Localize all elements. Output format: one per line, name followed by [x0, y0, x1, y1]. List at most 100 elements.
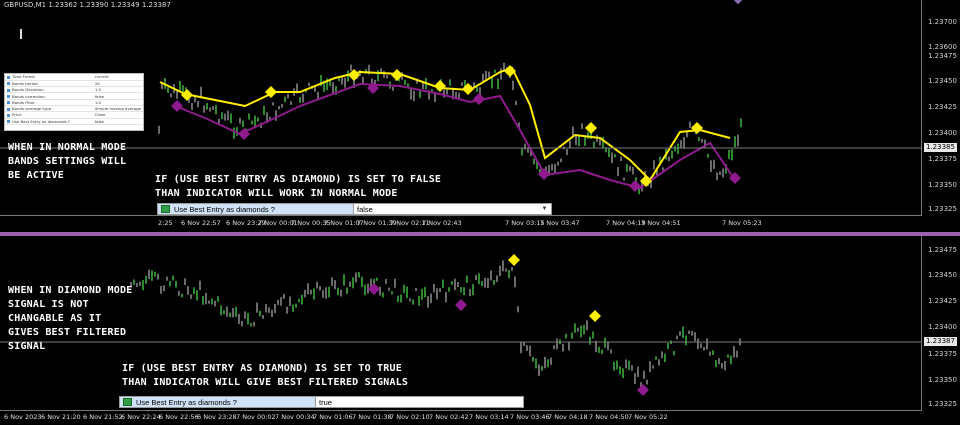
signal-diamond	[368, 283, 380, 295]
candle	[730, 355, 732, 365]
candle	[271, 309, 273, 318]
candle	[251, 120, 253, 125]
candle	[230, 113, 232, 124]
time-label: 7 Nov 05:23	[722, 219, 762, 227]
candle	[719, 171, 721, 175]
candle	[722, 168, 724, 178]
symbol-label: GBPUSD,M1 1.23362 1.23390 1.23349 1.2338…	[4, 1, 171, 9]
candle	[182, 85, 184, 93]
parameter-icon	[161, 205, 170, 213]
option-value-select[interactable]: false ▼	[354, 204, 551, 214]
signal-diamond	[455, 299, 467, 311]
candle	[598, 346, 600, 353]
candle	[332, 82, 334, 94]
candle	[175, 281, 177, 288]
candle	[160, 285, 162, 294]
candle	[334, 280, 336, 290]
candle	[643, 370, 645, 379]
candle	[451, 281, 453, 285]
candle	[529, 345, 531, 357]
candle	[551, 163, 553, 171]
candle	[583, 324, 585, 335]
candle	[680, 140, 682, 149]
candle	[655, 356, 657, 360]
note-normal-mode-line: WHEN IN NORMAL MODE	[8, 142, 127, 153]
candle	[226, 306, 228, 317]
candle	[709, 351, 711, 356]
candle	[497, 78, 499, 90]
candle	[562, 343, 564, 352]
candle	[274, 303, 276, 314]
candle	[331, 277, 333, 286]
candle	[607, 341, 609, 351]
note-diamond-mode-line: CHANGABLE AS IT	[8, 313, 102, 324]
note-false-msg-line: IF (USE BEST ENTRY AS DIAMOND) IS SET TO…	[155, 174, 442, 185]
candle	[352, 277, 354, 289]
option-row-true[interactable]: Use Best Entry as diamonds ? true	[119, 396, 524, 408]
candle	[194, 96, 196, 103]
candle	[554, 163, 556, 174]
option-label: Use Best Entry as diamonds ?	[174, 204, 275, 214]
candle	[206, 103, 208, 110]
candle	[490, 270, 492, 281]
candle	[355, 272, 357, 283]
top-price-9: 1.23325	[928, 205, 957, 213]
candle	[707, 153, 709, 158]
candle	[700, 343, 702, 348]
signal-diamond	[589, 310, 601, 322]
candle	[299, 96, 301, 103]
candle	[496, 275, 498, 283]
candle	[421, 288, 423, 300]
time-label: 7 Nov 03:47	[540, 219, 580, 227]
note-diamond-mode-line: WHEN IN DIAMOND MODE	[8, 285, 133, 296]
candle	[728, 149, 730, 159]
candle	[631, 365, 633, 371]
candle	[526, 345, 528, 351]
candle	[413, 90, 415, 102]
candle	[196, 290, 198, 301]
candle	[683, 136, 685, 149]
option-row-false[interactable]: Use Best Entry as diamonds ? false ▼	[157, 203, 552, 215]
candle	[449, 79, 451, 86]
candle	[587, 132, 589, 139]
candle	[386, 75, 388, 79]
candle	[256, 302, 258, 313]
note-normal-mode-line: BANDS SETTINGS WILL	[8, 156, 127, 167]
option-value-field[interactable]: true	[316, 397, 523, 407]
candle	[302, 93, 304, 103]
candle	[533, 158, 535, 165]
signal-diamond	[504, 65, 516, 77]
candle	[721, 362, 723, 369]
candle	[472, 284, 474, 296]
candle	[673, 350, 675, 356]
candle	[154, 271, 156, 277]
signal-diamond	[348, 69, 360, 81]
candle	[439, 288, 441, 292]
settings-key-text: Price	[12, 112, 22, 118]
dropdown-arrow-icon[interactable]: ▼	[540, 205, 549, 213]
candle	[613, 361, 615, 371]
candle	[193, 287, 195, 295]
time-label: 7 Nov 02:10	[390, 413, 430, 421]
candle	[664, 353, 666, 363]
settings-key-text: Bands correction	[12, 93, 45, 99]
candle	[520, 341, 522, 354]
candle	[289, 296, 291, 306]
candle	[277, 299, 279, 305]
candle	[388, 287, 390, 291]
candle	[610, 349, 612, 354]
time-label: 7 Nov 01:06	[313, 413, 353, 421]
candle	[511, 267, 513, 271]
candle	[286, 306, 288, 314]
candle	[217, 296, 219, 302]
candle	[322, 290, 324, 298]
candle	[634, 373, 636, 384]
candle	[538, 364, 540, 377]
candle	[239, 117, 241, 124]
candle	[584, 136, 586, 146]
candle	[349, 281, 351, 287]
candle	[668, 156, 670, 162]
option-label: Use Best Entry as diamonds ?	[136, 397, 237, 407]
candle	[565, 333, 567, 339]
candle	[383, 71, 385, 78]
